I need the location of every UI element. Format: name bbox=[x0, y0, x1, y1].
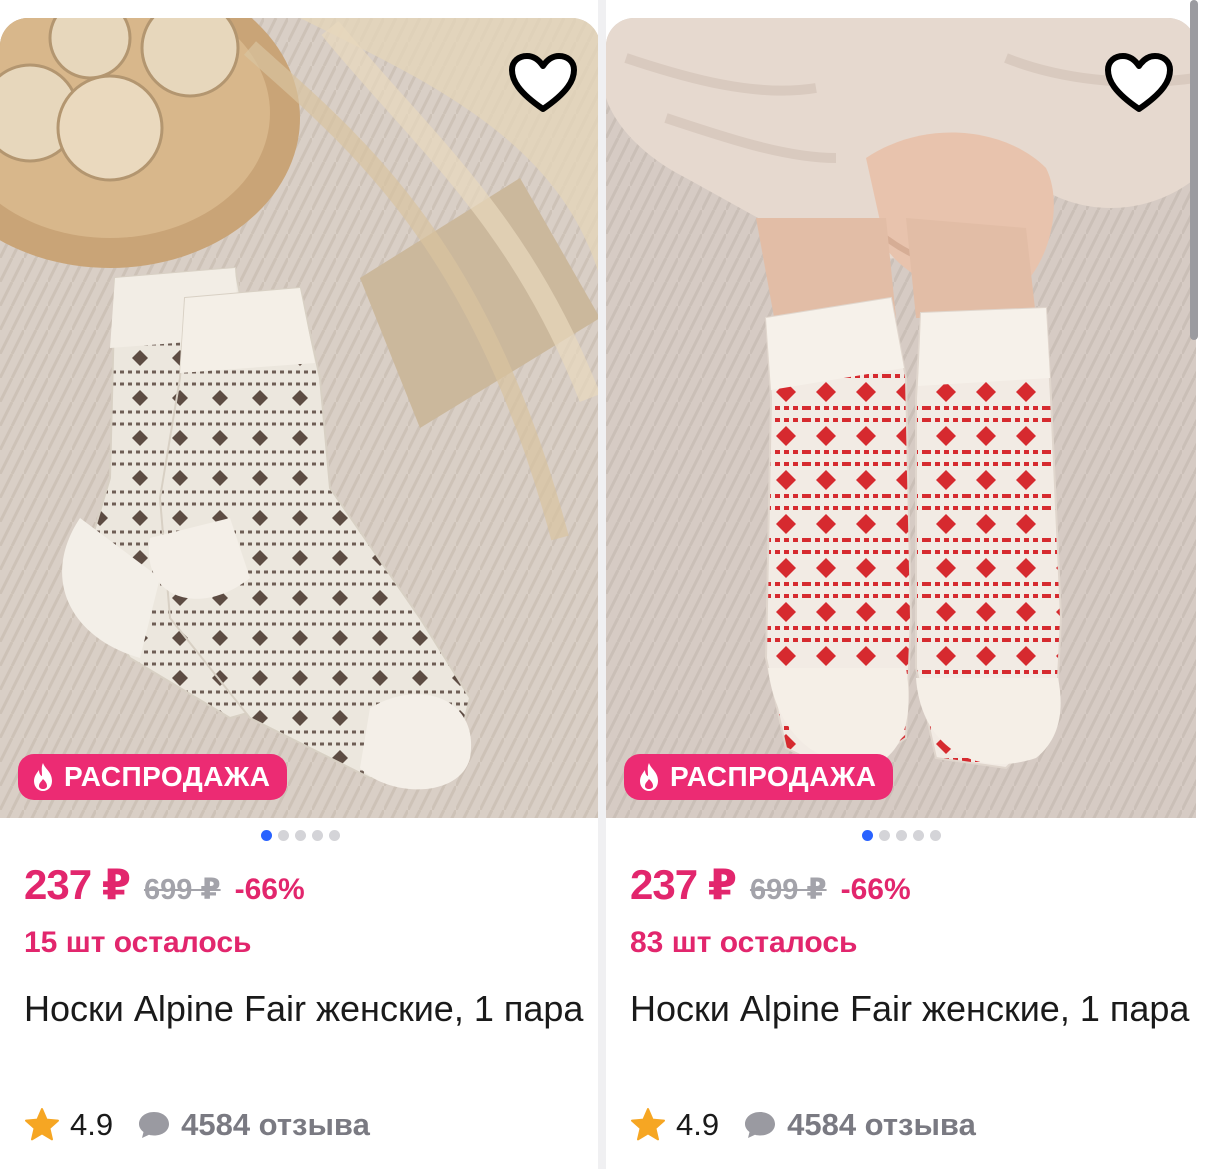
stock-remaining: 83 шт осталось bbox=[630, 926, 858, 959]
old-price: 699 ₽ bbox=[143, 874, 221, 906]
carousel-indicator bbox=[606, 830, 1196, 844]
reviews-count[interactable]: 4584 отзыва bbox=[181, 1107, 370, 1143]
sale-badge: РАСПРОДАЖА bbox=[18, 754, 287, 800]
heart-icon bbox=[1105, 53, 1173, 112]
discount-percent: -66% bbox=[234, 873, 305, 906]
rating-value: 4.9 bbox=[70, 1107, 114, 1142]
stock-remaining: 15 шт осталось bbox=[24, 926, 252, 959]
carousel-dot[interactable] bbox=[929, 830, 941, 841]
fire-icon bbox=[34, 763, 52, 791]
price-row: 237 ₽ 699 ₽ -66% bbox=[24, 860, 305, 916]
carousel-dot[interactable] bbox=[260, 830, 272, 841]
heart-icon bbox=[509, 53, 577, 112]
comment-bubble-icon bbox=[745, 1112, 776, 1138]
carousel-dot[interactable] bbox=[311, 830, 323, 841]
product-title[interactable]: Носки Alpine Fair женские, 1 пара bbox=[630, 978, 1190, 1039]
fire-icon bbox=[640, 763, 658, 791]
carousel-dot[interactable] bbox=[861, 830, 873, 841]
product-title[interactable]: Носки Alpine Fair женские, 1 пара bbox=[24, 978, 584, 1039]
card-divider bbox=[598, 0, 606, 1169]
sale-badge-label: РАСПРОДАЖА bbox=[670, 761, 877, 792]
carousel-dot[interactable] bbox=[895, 830, 907, 841]
reviews-count[interactable]: 4584 отзыва bbox=[787, 1107, 976, 1143]
sale-badge: РАСПРОДАЖА bbox=[624, 754, 893, 800]
favorite-button[interactable] bbox=[1104, 52, 1174, 114]
socks-photo-icon bbox=[0, 18, 600, 818]
carousel-dot[interactable] bbox=[277, 830, 289, 841]
product-photo[interactable] bbox=[0, 18, 600, 818]
carousel-dot[interactable] bbox=[912, 830, 924, 841]
star-icon bbox=[631, 1108, 665, 1141]
scrollbar[interactable] bbox=[1190, 0, 1198, 340]
socks-photo-icon bbox=[606, 18, 1196, 818]
product-card[interactable]: РАСПРОДАЖА 237 ₽ 699 ₽ -66% 15 шт остало… bbox=[0, 18, 600, 1169]
discount-percent: -66% bbox=[840, 873, 911, 906]
carousel-dot[interactable] bbox=[328, 830, 340, 841]
carousel-dot[interactable] bbox=[878, 830, 890, 841]
comment-bubble-icon bbox=[139, 1112, 170, 1138]
sale-badge-label: РАСПРОДАЖА bbox=[64, 761, 271, 792]
current-price: 237 ₽ bbox=[630, 861, 737, 908]
rating-value: 4.9 bbox=[676, 1107, 720, 1142]
old-price: 699 ₽ bbox=[749, 874, 827, 906]
product-grid: РАСПРОДАЖА 237 ₽ 699 ₽ -66% 15 шт остало… bbox=[0, 0, 1206, 1169]
favorite-button[interactable] bbox=[508, 52, 578, 114]
current-price: 237 ₽ bbox=[24, 861, 131, 908]
carousel-indicator bbox=[0, 830, 600, 844]
carousel-dot[interactable] bbox=[294, 830, 306, 841]
product-photo[interactable] bbox=[606, 18, 1196, 818]
rating-row: 4.9 4584 отзыва bbox=[630, 1103, 976, 1147]
product-card[interactable]: РАСПРОДАЖА 237 ₽ 699 ₽ -66% 83 шт остало… bbox=[606, 18, 1196, 1169]
rating-row: 4.9 4584 отзыва bbox=[24, 1103, 370, 1147]
star-icon bbox=[25, 1108, 59, 1141]
price-row: 237 ₽ 699 ₽ -66% bbox=[630, 860, 911, 916]
